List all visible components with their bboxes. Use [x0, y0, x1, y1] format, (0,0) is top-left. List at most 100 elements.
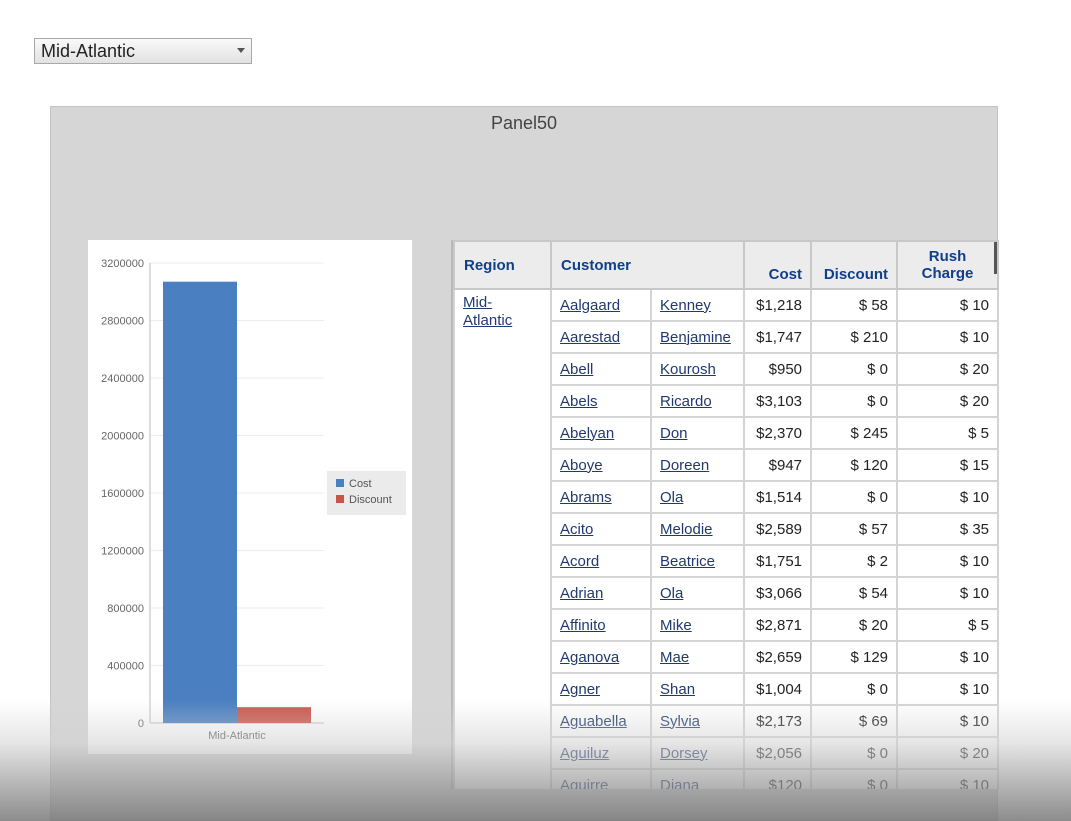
header-discount[interactable]: Discount [810, 240, 899, 290]
y-tick-label: 3200000 [101, 258, 144, 270]
header-customer[interactable]: Customer [549, 240, 746, 290]
data-table: Region Customer Cost Discount Rush Charg… [453, 240, 999, 789]
customer-last-name[interactable]: Aganova [550, 640, 652, 674]
legend-swatch [336, 479, 344, 487]
cost-cell: $3,066 [743, 576, 813, 610]
customer-last-name[interactable]: Aguiluz [550, 736, 652, 770]
customer-first-name[interactable]: Don [649, 416, 746, 450]
customer-first-name[interactable]: Benjamine [649, 320, 746, 354]
cost-cell: $1,747 [743, 320, 813, 354]
customer-last-name[interactable]: Aalgaard [550, 288, 652, 322]
discount-cell: $ 245 [810, 416, 899, 450]
rush-charge-cell: $ 15 [896, 448, 999, 482]
rush-charge-cell: $ 5 [896, 416, 999, 450]
cost-cell: $2,370 [743, 416, 813, 450]
cost-cell: $2,871 [743, 608, 813, 642]
discount-cell: $ 2 [810, 544, 899, 578]
discount-cell: $ 0 [810, 736, 899, 770]
discount-cell: $ 0 [810, 352, 899, 386]
discount-cell: $ 58 [810, 288, 899, 322]
cost-cell: $2,659 [743, 640, 813, 674]
bar-cost [163, 281, 237, 723]
cost-cell: $947 [743, 448, 813, 482]
column-resize-handle[interactable] [994, 242, 998, 274]
region-cell-line2: Atlantic [463, 312, 513, 329]
y-tick-label: 400000 [107, 661, 144, 673]
panel-title: Panel50 [490, 113, 558, 133]
discount-cell: $ 0 [810, 672, 899, 706]
legend-label: Cost [349, 478, 372, 490]
rush-charge-cell: $ 10 [896, 640, 999, 674]
customer-first-name[interactable]: Ricardo [649, 384, 746, 418]
customer-first-name[interactable]: Melodie [649, 512, 746, 546]
chevron-down-icon[interactable] [237, 48, 245, 53]
rush-charge-cell: $ 10 [896, 288, 999, 322]
customer-last-name[interactable]: Aguirre [550, 768, 652, 789]
cost-cell: $2,173 [743, 704, 813, 738]
region-cell[interactable]: Mid- Atlantic [453, 288, 552, 789]
customer-first-name[interactable]: Beatrice [649, 544, 746, 578]
header-rush-line1: Rush [928, 248, 967, 265]
customer-last-name[interactable]: Aarestad [550, 320, 652, 354]
cost-cell: $1,218 [743, 288, 813, 322]
bar-discount [237, 707, 311, 723]
region-dropdown[interactable]: Mid-Atlantic [34, 38, 252, 64]
customer-last-name[interactable]: Abelyan [550, 416, 652, 450]
rush-charge-cell: $ 10 [896, 544, 999, 578]
customer-last-name[interactable]: Abels [550, 384, 652, 418]
rush-charge-cell: $ 5 [896, 608, 999, 642]
customer-last-name[interactable]: Acord [550, 544, 652, 578]
discount-cell: $ 20 [810, 608, 899, 642]
rush-charge-cell: $ 10 [896, 672, 999, 706]
customer-last-name[interactable]: Adrian [550, 576, 652, 610]
customer-first-name[interactable]: Dorsey [649, 736, 746, 770]
cost-cell: $120 [743, 768, 813, 789]
customer-first-name[interactable]: Mike [649, 608, 746, 642]
customer-first-name[interactable]: Kourosh [649, 352, 746, 386]
customer-last-name[interactable]: Aboye [550, 448, 652, 482]
customer-last-name[interactable]: Acito [550, 512, 652, 546]
rush-charge-cell: $ 20 [896, 384, 999, 418]
y-tick-label: 2800000 [101, 316, 144, 328]
header-rush-charge[interactable]: Rush Charge [896, 240, 999, 290]
cost-cell: $1,004 [743, 672, 813, 706]
cost-cell: $1,514 [743, 480, 813, 514]
customer-first-name[interactable]: Diana [649, 768, 746, 789]
cost-cell: $2,589 [743, 512, 813, 546]
discount-cell: $ 129 [810, 640, 899, 674]
rush-charge-cell: $ 10 [896, 576, 999, 610]
customer-first-name[interactable]: Ola [649, 480, 746, 514]
customer-first-name[interactable]: Sylvia [649, 704, 746, 738]
header-cost[interactable]: Cost [743, 240, 813, 290]
customer-first-name[interactable]: Ola [649, 576, 746, 610]
discount-cell: $ 57 [810, 512, 899, 546]
customer-last-name[interactable]: Abrams [550, 480, 652, 514]
customer-last-name[interactable]: Abell [550, 352, 652, 386]
y-tick-label: 1600000 [101, 488, 144, 500]
customer-first-name[interactable]: Shan [649, 672, 746, 706]
customer-last-name[interactable]: Agner [550, 672, 652, 706]
table-row: Mid- Atlantic Aalgaard Kenney $1,218 $ 58 $ 10 [453, 288, 999, 789]
y-tick-label: 2000000 [101, 431, 144, 443]
x-tick-label: Mid-Atlantic [208, 730, 266, 742]
customer-last-name[interactable]: Affinito [550, 608, 652, 642]
customer-first-name[interactable]: Mae [649, 640, 746, 674]
cost-cell: $2,056 [743, 736, 813, 770]
legend-label: Discount [349, 494, 392, 506]
cost-cell: $1,751 [743, 544, 813, 578]
region-cell-line1: Mid- [463, 294, 493, 311]
cost-cell: $950 [743, 352, 813, 386]
bar-chart: 0 400000 800000 1200000 1600000 2000000 240000… [88, 240, 412, 754]
y-tick-label: 0 [138, 718, 144, 730]
table-header-row: Region Customer Cost Discount Rush Charg… [453, 240, 999, 290]
rush-charge-cell: $ 20 [896, 736, 999, 770]
legend-swatch [336, 495, 344, 503]
header-region[interactable]: Region [453, 240, 552, 290]
rush-charge-cell: $ 10 [896, 480, 999, 514]
y-tick-label: 800000 [107, 603, 144, 615]
customer-first-name[interactable]: Doreen [649, 448, 746, 482]
discount-cell: $ 0 [810, 768, 899, 789]
customer-first-name[interactable]: Kenney [649, 288, 746, 322]
customer-last-name[interactable]: Aguabella [550, 704, 652, 738]
data-table-container[interactable]: Region Customer Cost Discount Rush Charg… [451, 240, 999, 789]
